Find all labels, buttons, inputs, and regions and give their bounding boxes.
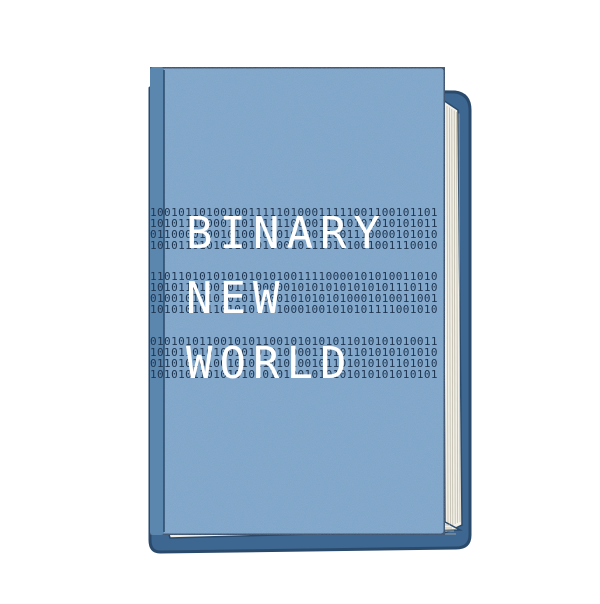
book-illustration: 1001011010010011111010001111100110010110… (0, 0, 600, 600)
title-line-new: NEW (186, 273, 286, 324)
title-line-world: WORLD (186, 338, 353, 389)
title-line-binary: BINARY (186, 208, 387, 259)
book-drawing: 1001011010010011111010001111100110010110… (148, 65, 472, 554)
